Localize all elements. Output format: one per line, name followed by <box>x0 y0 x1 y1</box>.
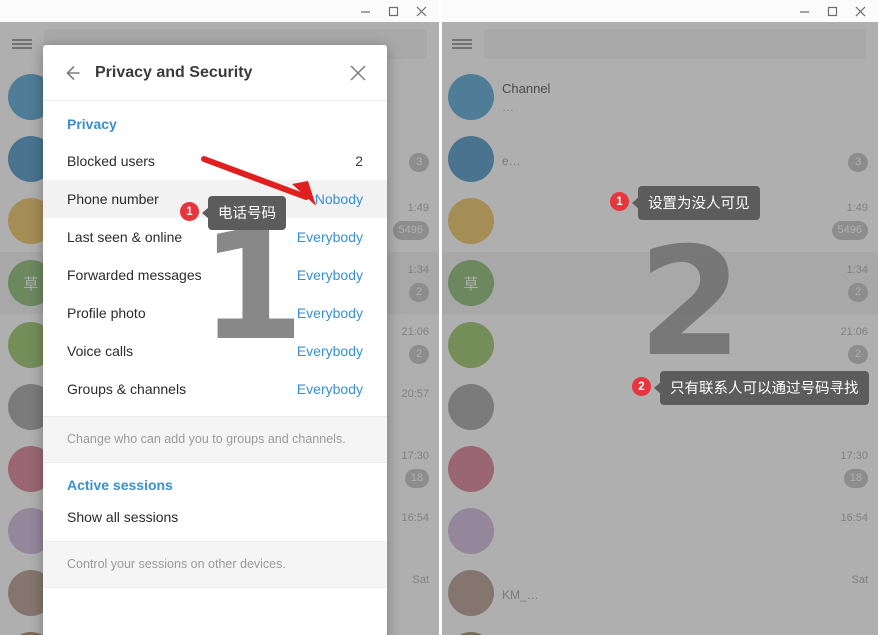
privacy-row-profile-photo[interactable]: Profile photo Everybody <box>43 294 387 332</box>
privacy-row-forwarded-messages[interactable]: Forwarded messages Everybody <box>43 256 387 294</box>
maximize-button[interactable] <box>379 0 407 22</box>
privacy-row-value: Everybody <box>296 381 363 397</box>
minimize-button[interactable] <box>790 0 818 22</box>
privacy-row-value: Everybody <box>296 343 363 359</box>
privacy-row-value: 2 <box>355 153 363 169</box>
privacy-row-label: Groups & channels <box>67 381 187 397</box>
privacy-section: Privacy Blocked users 2 Phone number Nobody… <box>43 101 387 416</box>
close-icon[interactable] <box>341 56 375 90</box>
groups-note: Change who can add you to groups and cha… <box>43 416 387 463</box>
privacy-and-security-dialog: Privacy and Security Privacy Blocked use… <box>43 45 387 635</box>
sessions-section: Active sessions Show all sessions <box>43 463 387 541</box>
titlebar-left <box>0 0 439 22</box>
privacy-row-blocked-users[interactable]: Blocked users 2 <box>43 142 387 180</box>
privacy-row-label: Phone number <box>67 191 159 207</box>
privacy-row-value: Everybody <box>296 229 363 245</box>
privacy-row-value: Nobody <box>314 191 363 207</box>
privacy-row-value: Everybody <box>296 305 363 321</box>
arrow-left-icon[interactable] <box>55 56 89 90</box>
privacy-row-label: Blocked users <box>67 153 155 169</box>
close-button[interactable] <box>846 0 874 22</box>
privacy-row-phone-number[interactable]: Phone number Nobody <box>43 180 387 218</box>
show-all-sessions-row[interactable]: Show all sessions <box>43 499 387 541</box>
screenshot-root: Channel…0e…31:495496草1:34221:06220:57017… <box>0 0 878 635</box>
close-button[interactable] <box>407 0 435 22</box>
telegram-window-left: Channel…0e…31:495496草1:34221:06220:57017… <box>0 0 439 635</box>
telegram-window-right: Channel…0e…31:495496草1:34221:06220:57017… <box>440 0 878 635</box>
active-sessions-link[interactable]: Active sessions <box>43 463 387 499</box>
modal-scrim-right <box>440 22 878 635</box>
privacy-rows: Blocked users 2 Phone number Nobody Last see… <box>43 142 387 408</box>
sessions-note: Control your sessions on other devices. <box>43 541 387 588</box>
privacy-row-groups-channels[interactable]: Groups & channels Everybody <box>43 370 387 408</box>
titlebar-right <box>440 0 878 22</box>
privacy-row-value: Everybody <box>296 267 363 283</box>
privacy-row-label: Forwarded messages <box>67 267 202 283</box>
maximize-button[interactable] <box>818 0 846 22</box>
privacy-row-label: Profile photo <box>67 305 146 321</box>
section-title-privacy: Privacy <box>67 116 117 132</box>
privacy-row-last-seen-online[interactable]: Last seen & online Everybody <box>43 218 387 256</box>
privacy-row-label: Voice calls <box>67 343 134 359</box>
page-title: Privacy and Security <box>95 63 253 81</box>
dialog-header: Privacy and Security <box>43 45 387 101</box>
privacy-row-voice-calls[interactable]: Voice calls Everybody <box>43 332 387 370</box>
minimize-button[interactable] <box>351 0 379 22</box>
privacy-row-label: Last seen & online <box>67 229 183 245</box>
background-app-right: Channel…0e…31:495496草1:34221:06220:57017… <box>440 22 878 635</box>
